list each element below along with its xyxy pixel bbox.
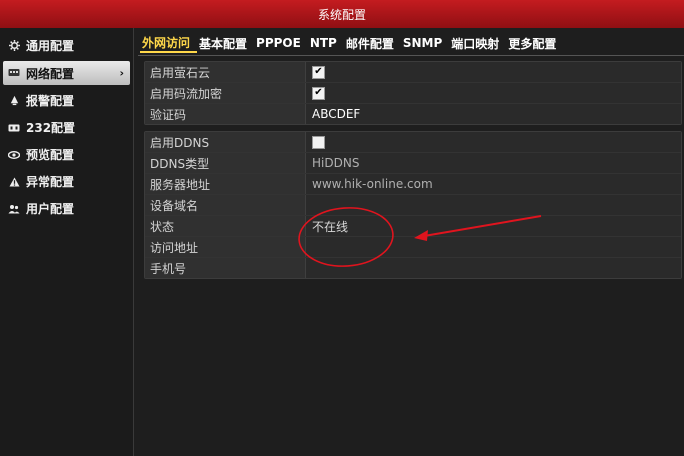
status-label: 状态 [145, 216, 306, 236]
sidebar-item-preview[interactable]: 预览配置 [0, 141, 133, 168]
window-title: 系统配置 [317, 7, 366, 22]
gear-icon [8, 40, 20, 52]
form-row: 启用DDNS [145, 132, 681, 153]
verify-code-label: 验证码 [145, 104, 306, 124]
ezviz-panel: 启用萤石云 ✔ 启用码流加密 ✔ 验证码 ABCDEF [144, 61, 682, 125]
access-address-label: 访问地址 [145, 237, 306, 257]
sidebar-item-label: 异常配置 [26, 175, 75, 189]
ddns-type-select[interactable]: HiDDNS [306, 153, 681, 173]
sidebar-item-alarm[interactable]: 报警配置 [0, 87, 133, 114]
tab-more-config[interactable]: 更多配置 [506, 35, 563, 52]
sidebar-item-label: 预览配置 [26, 148, 75, 162]
alarm-icon [8, 95, 20, 107]
device-domain-label: 设备域名 [145, 195, 306, 215]
tab-divider [138, 55, 684, 56]
server-address-input[interactable]: www.hik-online.com [306, 174, 681, 194]
sidebar-item-serial[interactable]: 232配置 [0, 114, 133, 141]
chevron-right-icon: › [119, 66, 124, 80]
tab-port-mapping[interactable]: 端口映射 [449, 35, 506, 52]
tab-snmp[interactable]: SNMP [401, 36, 449, 50]
verify-code-input[interactable]: ABCDEF [306, 104, 681, 124]
enable-ezviz-checkbox[interactable]: ✔ [312, 65, 325, 79]
form-row: 服务器地址 www.hik-online.com [145, 174, 681, 195]
sidebar-item-label: 报警配置 [26, 94, 75, 108]
sidebar-item-label: 通用配置 [26, 39, 75, 53]
enable-ddns-checkbox[interactable] [312, 135, 325, 149]
form-row: DDNS类型 HiDDNS [145, 153, 681, 174]
status-value: 不在线 [306, 216, 681, 236]
form-row: 访问地址 [145, 237, 681, 258]
ddns-panel: 启用DDNS DDNS类型 HiDDNS 服务器地址 www.hik-onlin… [144, 131, 682, 279]
users-icon [8, 203, 20, 215]
form-row: 手机号 [145, 258, 681, 278]
phone-value [306, 258, 681, 278]
ddns-type-label: DDNS类型 [145, 153, 306, 173]
sidebar-item-network[interactable]: 网络配置 › [3, 61, 130, 85]
stream-encrypt-checkbox[interactable]: ✔ [312, 86, 325, 100]
form-row: 验证码 ABCDEF [145, 104, 681, 124]
form-row: 启用码流加密 ✔ [145, 83, 681, 104]
tab-external-access[interactable]: 外网访问 [140, 34, 198, 53]
sidebar-item-label: 232配置 [26, 121, 76, 135]
title-bar: 系统配置 [0, 0, 684, 28]
server-address-label: 服务器地址 [145, 174, 306, 194]
serial-icon [8, 122, 20, 134]
enable-ddns-label: 启用DDNS [145, 132, 306, 152]
access-address-value [306, 237, 681, 257]
device-domain-input[interactable] [306, 195, 681, 215]
tab-bar: 外网访问 基本配置 PPPOE NTP 邮件配置 SNMP 端口映射 更多配置 [140, 33, 563, 53]
tab-ntp[interactable]: NTP [308, 36, 344, 50]
form-row: 启用萤石云 ✔ [145, 62, 681, 83]
network-icon [8, 67, 20, 79]
tab-pppoe[interactable]: PPPOE [254, 36, 308, 50]
eye-icon [8, 149, 20, 161]
sidebar-item-label: 用户配置 [26, 202, 75, 216]
tab-basic-config[interactable]: 基本配置 [197, 35, 254, 52]
enable-ezviz-label: 启用萤石云 [145, 62, 306, 82]
phone-label: 手机号 [145, 258, 306, 278]
form-row: 状态 不在线 [145, 216, 681, 237]
warning-icon [8, 176, 20, 188]
sidebar-item-users[interactable]: 用户配置 [0, 195, 133, 222]
sidebar-item-exception[interactable]: 异常配置 [0, 168, 133, 195]
sidebar: 通用配置 网络配置 › 报警配置 232配置 预览配置 异常配置 用户配置 [0, 28, 134, 456]
sidebar-item-general[interactable]: 通用配置 [0, 32, 133, 59]
form-row: 设备域名 [145, 195, 681, 216]
tab-email-config[interactable]: 邮件配置 [344, 35, 401, 52]
sidebar-item-label: 网络配置 [26, 66, 75, 81]
stream-encrypt-label: 启用码流加密 [145, 83, 306, 103]
